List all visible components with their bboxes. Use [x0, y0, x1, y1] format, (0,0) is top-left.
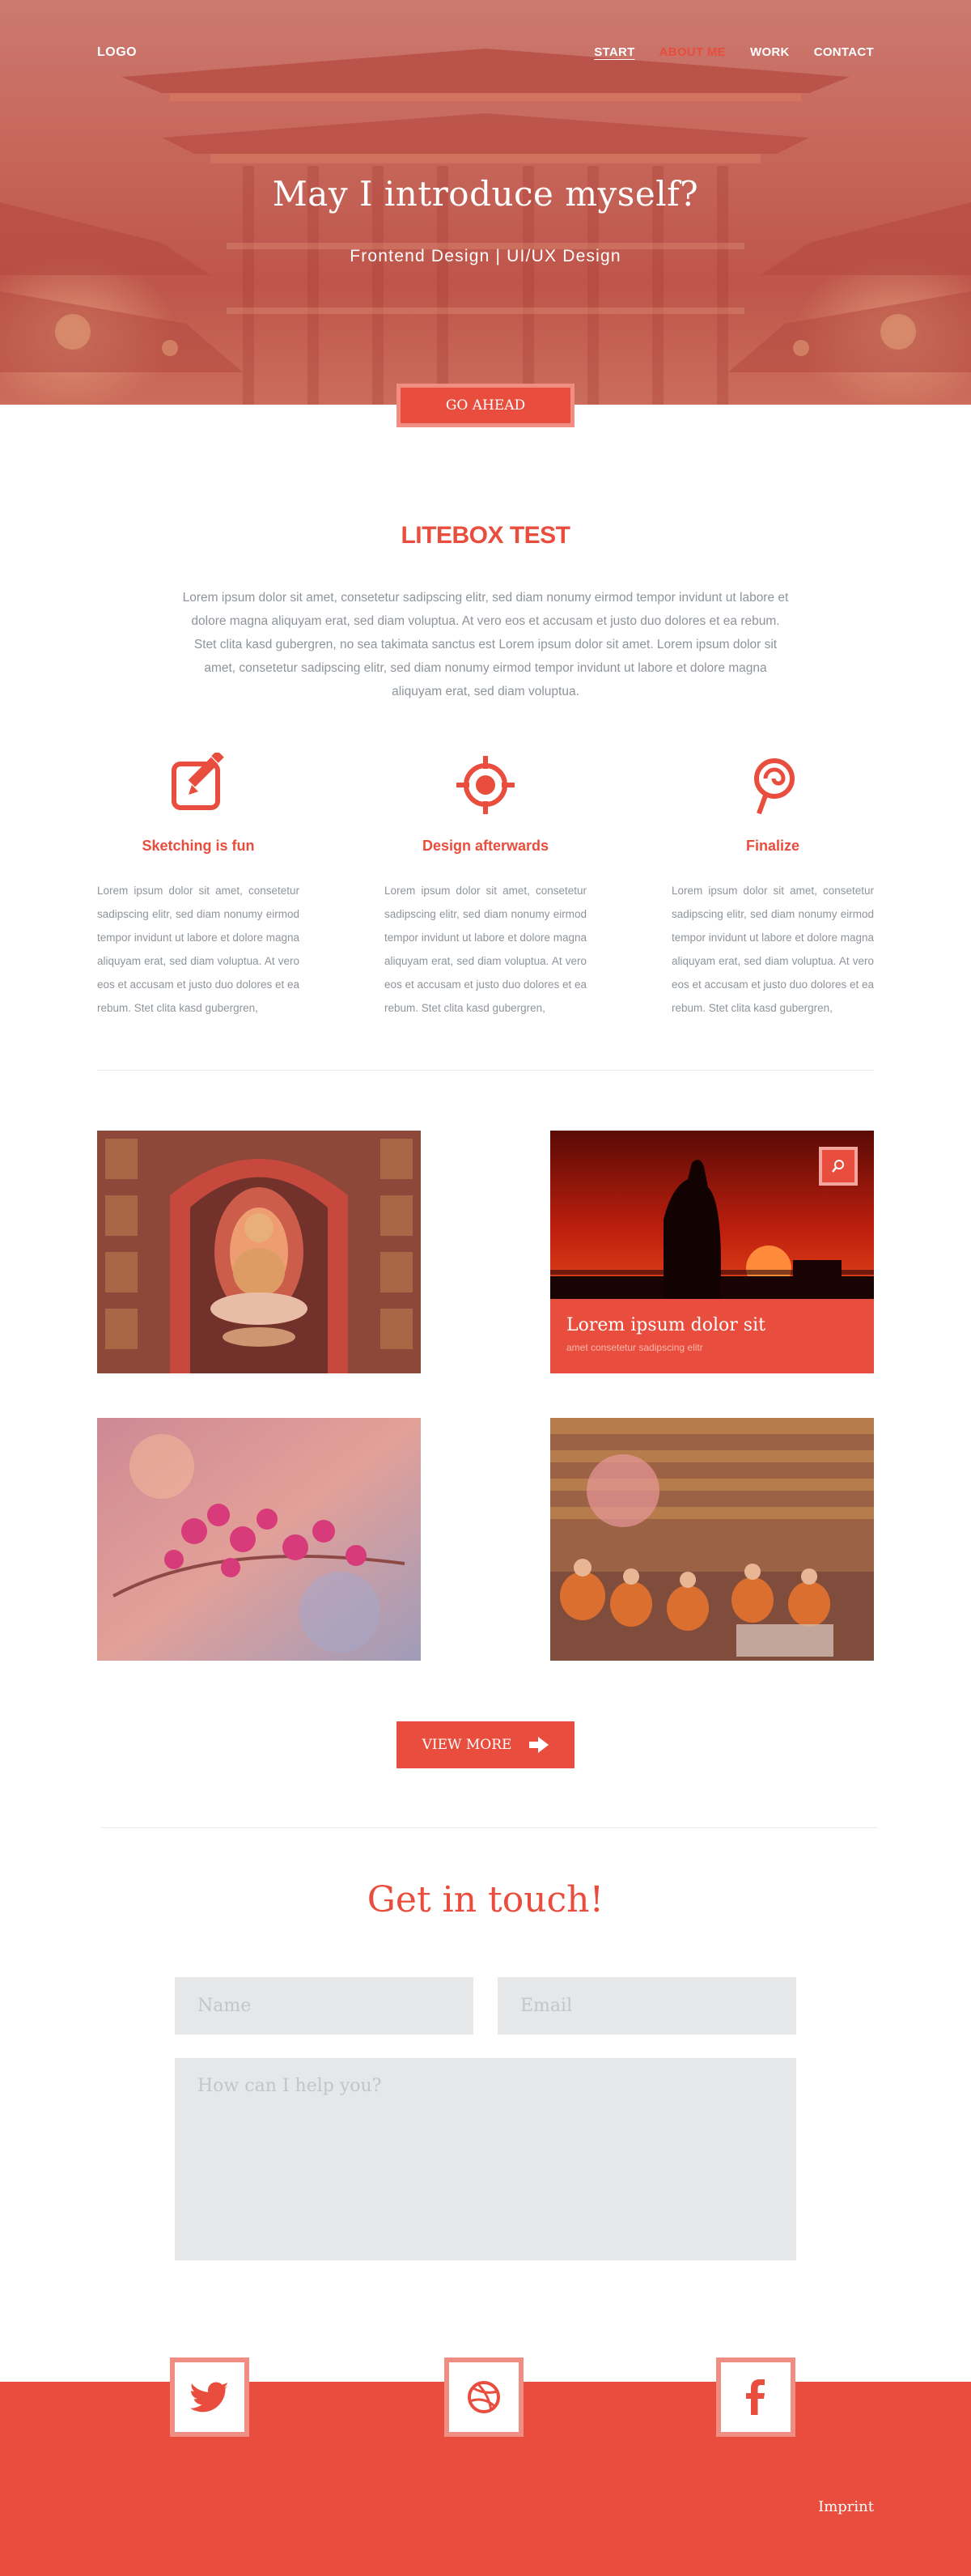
logo[interactable]: LOGO — [97, 45, 137, 60]
feature-text: Lorem ipsum dolor sit amet, consetetur s… — [672, 885, 874, 1014]
go-ahead-button[interactable]: GO AHEAD — [396, 384, 575, 427]
lollipop-icon — [754, 758, 795, 815]
facebook-icon — [746, 2379, 765, 2415]
section-divider — [97, 1070, 874, 1071]
zoom-button[interactable] — [819, 1147, 858, 1186]
gallery-item-orchids[interactable] — [97, 1418, 421, 1661]
twitter-button[interactable] — [170, 2357, 249, 2437]
gallery-item-monks[interactable] — [550, 1418, 874, 1661]
nav-link-about-me[interactable]: ABOUT ME — [659, 45, 726, 59]
feature-finalize: Finalize Lorem ipsum dolor sit amet, con… — [672, 753, 874, 1020]
feature-text: Lorem ipsum dolor sit amet, consetetur s… — [384, 885, 587, 1014]
dribbble-icon — [468, 2381, 500, 2413]
message-field[interactable] — [175, 2058, 796, 2260]
hero-subtitle: Frontend Design | UI/UX Design — [350, 247, 621, 265]
section-divider — [101, 1827, 878, 1828]
edit-icon — [172, 753, 224, 810]
feature-title: Design afterwards — [422, 838, 549, 854]
section-title: LITEBOX TEST — [401, 522, 570, 549]
image-tint — [97, 1418, 421, 1661]
feature-sketching: Sketching is fun Lorem ipsum dolor sit a… — [97, 753, 299, 1020]
image-tint — [97, 1131, 421, 1373]
search-icon — [832, 1160, 844, 1173]
image-caption: Lorem ipsum dolor sit amet consetetur sa… — [550, 1299, 874, 1373]
view-more-button[interactable]: VIEW MORE — [396, 1721, 575, 1768]
target-icon — [456, 756, 515, 814]
intro-paragraph: Lorem ipsum dolor sit amet, consetetur s… — [182, 591, 789, 698]
arrow-right-icon — [529, 1737, 549, 1753]
nav-link-start[interactable]: START — [594, 45, 634, 59]
view-more-label: VIEW MORE — [422, 1737, 512, 1753]
top-nav: LOGO START ABOUT ME WORK CONTACT — [0, 42, 971, 66]
nav-link-work[interactable]: WORK — [750, 45, 790, 59]
feature-design: Design afterwards Lorem ipsum dolor sit … — [384, 753, 587, 1020]
caption-subtitle: amet consetetur sadipscing elitr — [566, 1342, 703, 1353]
feature-title: Sketching is fun — [142, 838, 255, 854]
name-field[interactable] — [175, 1977, 473, 2035]
email-field[interactable] — [498, 1977, 796, 2035]
nav-link-contact[interactable]: CONTACT — [814, 45, 874, 59]
image-tint — [550, 1418, 874, 1661]
feature-text: Lorem ipsum dolor sit amet, consetetur s… — [97, 885, 299, 1014]
gallery-item-sunset[interactable]: Lorem ipsum dolor sit amet consetetur sa… — [550, 1131, 874, 1373]
imprint-link[interactable]: Imprint — [818, 2498, 874, 2515]
twitter-icon — [190, 2382, 229, 2413]
nav-links: START ABOUT ME WORK CONTACT — [594, 45, 874, 59]
hero-section: LOGO START ABOUT ME WORK CONTACT May I i… — [0, 0, 971, 405]
dribbble-button[interactable] — [444, 2357, 524, 2437]
facebook-button[interactable] — [716, 2357, 795, 2437]
gallery-item-buddha[interactable] — [97, 1131, 421, 1373]
caption-title: Lorem ipsum dolor sit — [566, 1315, 765, 1335]
contact-title: Get in touch! — [367, 1879, 604, 1920]
hero-title: May I introduce myself? — [272, 174, 699, 214]
feature-title: Finalize — [745, 838, 799, 854]
